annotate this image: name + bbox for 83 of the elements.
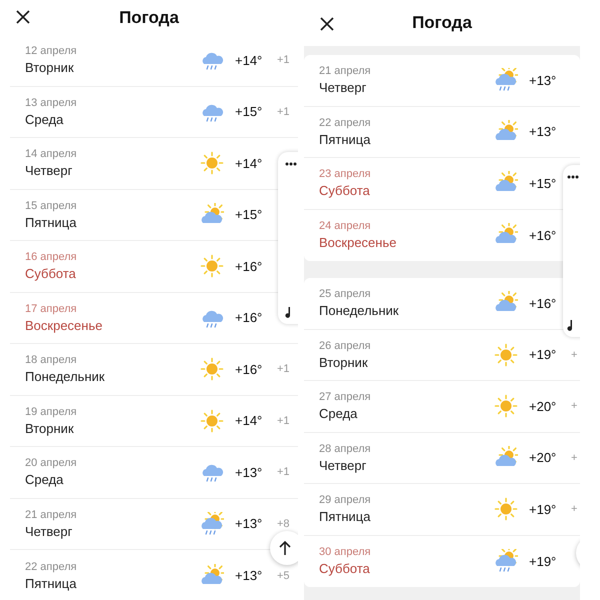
day-temperature: +14° [235,52,264,68]
day-temperature: +13° [529,72,558,88]
day-temperature: +16° [235,362,264,377]
day-temperature: +19° [529,502,558,517]
day-date: 18 апреля [25,354,78,366]
day-date: 29 апреля [319,494,372,506]
day-date: 30 апреля [319,546,372,558]
day-temperature: +20° [529,398,558,414]
weekday-label: Четверг [25,163,74,178]
day-temperature: +15° [235,207,264,222]
screen-title: Погода [119,8,179,28]
day-date: 21 апреля [25,508,78,521]
day-date: 23 апреля [319,168,372,180]
day-date: 13 апреля [25,96,78,109]
weekday-label: Суббота [25,266,77,282]
screen-title: Погода [412,13,472,33]
night-temperature: + [571,348,578,361]
weekday-label: Среда [319,406,358,422]
day-date: 19 апреля [25,406,78,418]
day-temperature: +13° [529,124,558,140]
day-temperature: +14° [235,413,264,428]
weekday-label: Суббота [319,561,371,576]
day-temperature: +15° [529,176,558,191]
night-temperature: + [571,503,578,516]
weekday-label: Воскресенье [319,235,398,250]
day-date: 15 апреля [25,200,78,212]
weekday-label: Среда [25,112,64,127]
night-temperature: +5 [277,570,290,582]
day-temperature: +19° [529,554,558,569]
night-temperature: +1 [277,106,290,118]
night-temperature: +1 [277,54,290,66]
more-icon[interactable] [285,162,297,166]
day-date: 17 апреля [25,302,78,315]
day-temperature: +14° [235,156,264,171]
weekday-label: Воскресенье [25,318,104,333]
weekday-label: Четверг [319,458,368,473]
day-temperature: +16° [235,258,264,274]
weekday-label: Вторник [25,60,75,76]
music-note-icon[interactable] [567,319,575,331]
day-temperature: +19° [529,347,558,362]
day-temperature: +15° [235,104,264,120]
weekday-label: Среда [25,472,64,488]
night-temperature: + [571,452,578,464]
day-temperature: +16° [529,228,558,243]
day-temperature: +13° [235,464,264,480]
close-icon[interactable] [16,10,30,24]
day-date: 22 апреля [319,116,372,129]
day-date: 27 апреля [319,391,372,404]
weekday-label: Понедельник [319,303,400,318]
day-temperature: +20° [529,450,558,466]
day-date: 14 апреля [25,148,78,160]
day-temperature: +13° [235,568,264,584]
close-icon[interactable] [320,17,334,31]
weekday-label: Вторник [25,420,75,436]
day-date: 24 апреля [319,220,372,232]
day-date: 16 апреля [25,251,78,264]
arrow-up-icon [279,540,291,556]
night-temperature: +1 [277,466,290,478]
day-temperature: +16° [529,296,558,311]
day-date: 21 апреля [319,65,372,78]
day-date: 25 апреля [319,288,372,300]
night-temperature: +8 [277,518,290,530]
weekday-label: Пятница [25,576,78,591]
day-temperature: +16° [235,310,264,326]
weekday-label: Вторник [319,354,369,370]
music-note-icon[interactable] [285,306,293,318]
weekday-label: Понедельник [25,369,106,384]
day-date: 26 апреля [319,340,372,352]
day-date: 20 апреля [25,457,78,470]
weekday-label: Пятница [319,509,372,524]
weekday-label: Четверг [25,524,74,539]
weekday-label: Пятница [319,132,372,147]
day-date: 22 апреля [25,560,78,573]
weekday-label: Четверг [319,80,368,96]
day-date: 28 апреля [319,442,372,455]
night-temperature: +1 [277,414,290,427]
weekday-label: Пятница [25,214,78,230]
night-temperature: + [571,400,578,412]
night-temperature: +1 [277,363,290,376]
day-date: 12 апреля [25,45,78,58]
weekday-label: Суббота [319,183,371,198]
more-icon[interactable] [567,175,579,179]
day-temperature: +13° [235,516,264,532]
